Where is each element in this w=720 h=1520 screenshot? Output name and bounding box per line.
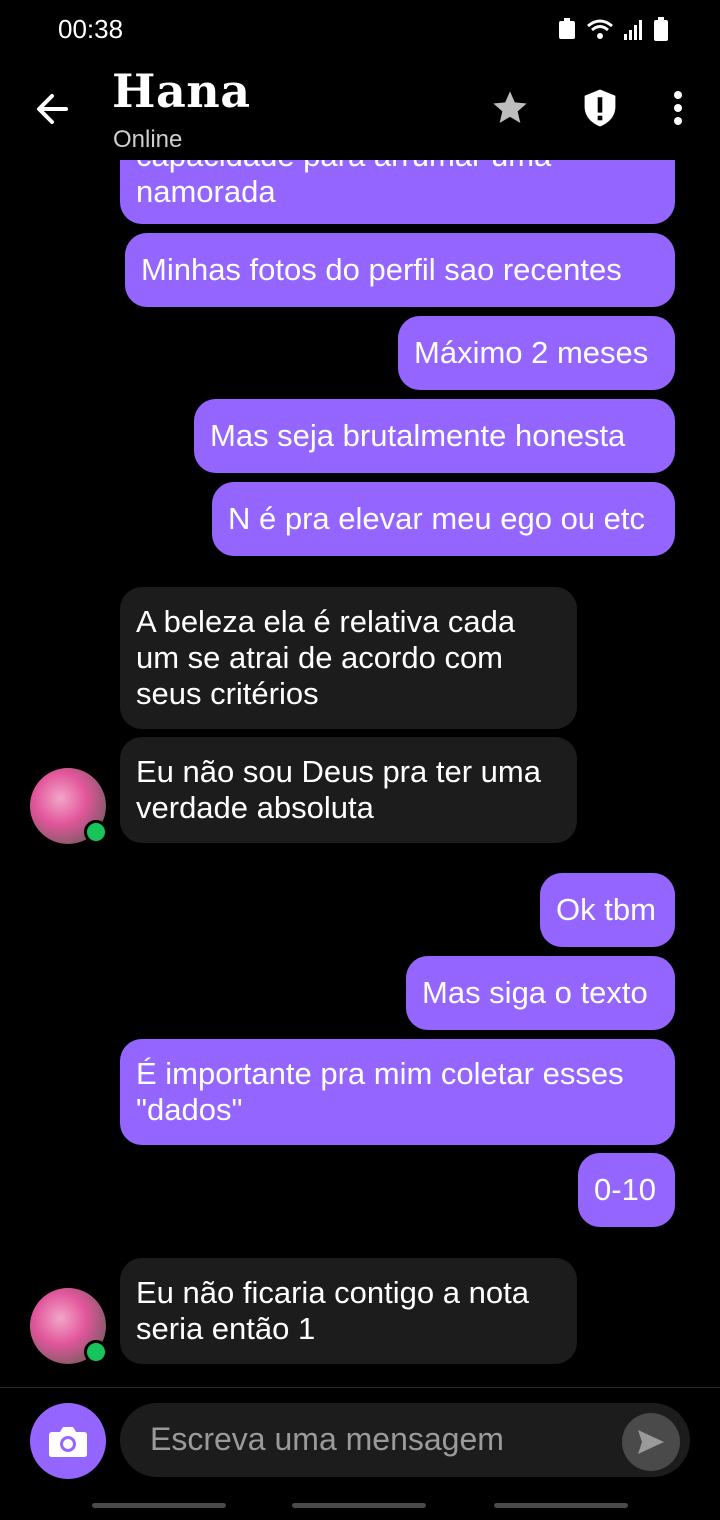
online-indicator — [84, 820, 108, 844]
message-text: Eu não sou Deus pra ter uma verdade abso… — [136, 754, 541, 825]
message-text: Mas siga o texto — [422, 975, 648, 1010]
send-button[interactable] — [622, 1413, 680, 1471]
back-button[interactable] — [30, 86, 76, 132]
message-bubble-outgoing[interactable]: Máximo 2 meses — [398, 316, 675, 390]
message-bubble-outgoing[interactable]: Mas siga o texto — [406, 956, 675, 1030]
avatar[interactable] — [30, 768, 108, 844]
contact-name[interactable]: Hana — [112, 64, 251, 118]
composer-divider — [0, 1387, 720, 1388]
message-input[interactable]: Escreva uma mensagem — [120, 1403, 690, 1477]
online-indicator — [84, 1340, 108, 1364]
favorite-button[interactable] — [488, 86, 532, 130]
message-text: capacidade para arrumar uma namorada — [136, 160, 551, 209]
message-text: Máximo 2 meses — [414, 335, 649, 370]
message-text: A beleza ela é relativa cada um se atrai… — [136, 604, 516, 711]
message-bubble-incoming[interactable]: A beleza ela é relativa cada um se atrai… — [120, 587, 577, 729]
shield-icon — [584, 89, 616, 127]
message-text: Ok tbm — [556, 892, 656, 927]
message-input-placeholder: Escreva uma mensagem — [150, 1421, 504, 1457]
status-time: 00:38 — [58, 14, 124, 44]
more-vertical-icon — [674, 91, 682, 125]
message-text: Mas seja brutalmente honesta — [210, 418, 626, 453]
presence-status: Online — [113, 126, 183, 153]
arrow-left-icon — [37, 94, 68, 124]
message-text: Minhas fotos do perfil sao recentes — [141, 252, 622, 287]
system-icons — [558, 14, 668, 44]
avatar[interactable] — [30, 1288, 108, 1364]
message-bubble-outgoing[interactable]: É importante pra mim coletar esses "dado… — [120, 1039, 675, 1145]
battery-icon — [654, 17, 668, 41]
message-text: Eu não ficaria contigo a nota seria entã… — [136, 1275, 529, 1346]
message-bubble-outgoing[interactable]: N é pra elevar meu ego ou etc — [212, 482, 675, 556]
message-text: N é pra elevar meu ego ou etc — [228, 501, 646, 536]
camera-icon — [49, 1427, 87, 1457]
nav-home-bar[interactable] — [292, 1503, 426, 1508]
safety-button[interactable] — [578, 86, 622, 130]
message-bubble-outgoing[interactable]: Mas seja brutalmente honesta — [194, 399, 675, 473]
status-bar: 00:38 — [0, 0, 720, 58]
message-list[interactable]: capacidade para arrumar uma namorada Min… — [0, 160, 720, 1386]
message-bubble-incoming[interactable]: Eu não sou Deus pra ter uma verdade abso… — [120, 737, 577, 843]
chat-header: Hana Online — [0, 58, 720, 160]
more-options-button[interactable] — [656, 86, 700, 130]
message-bubble-outgoing[interactable]: Minhas fotos do perfil sao recentes — [125, 233, 675, 307]
send-icon — [638, 1430, 664, 1454]
message-bubble-outgoing[interactable]: capacidade para arrumar uma namorada — [120, 160, 675, 224]
nav-recents-bar[interactable] — [92, 1503, 226, 1508]
nav-back-bar[interactable] — [494, 1503, 628, 1508]
message-bubble-outgoing[interactable]: Ok tbm — [540, 873, 675, 947]
signal-icon — [624, 20, 642, 40]
star-icon — [493, 91, 527, 123]
message-bubble-incoming[interactable]: Eu não ficaria contigo a nota seria entã… — [120, 1258, 577, 1364]
message-bubble-outgoing[interactable]: 0-10 — [578, 1153, 675, 1227]
message-text: 0-10 — [594, 1172, 657, 1207]
wifi-icon — [587, 19, 613, 39]
camera-button[interactable] — [30, 1403, 106, 1479]
recycle-notification-icon — [559, 18, 575, 39]
message-text: É importante pra mim coletar esses "dado… — [136, 1056, 624, 1127]
